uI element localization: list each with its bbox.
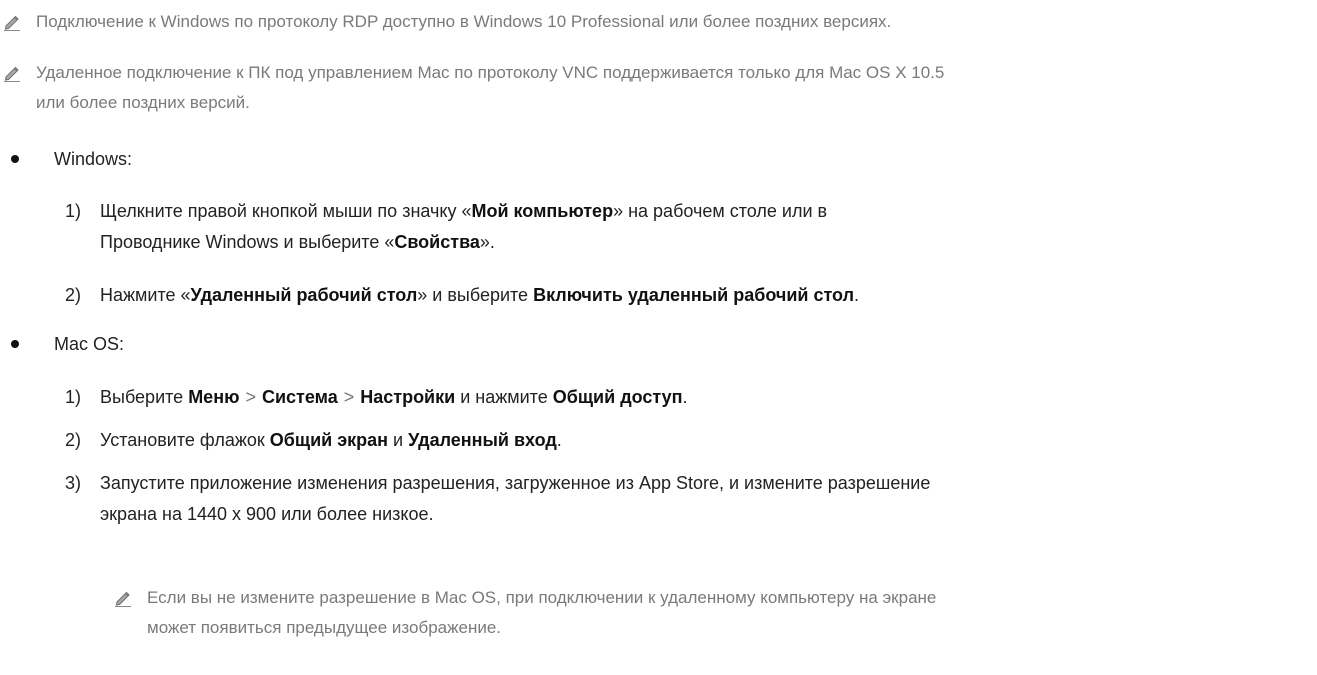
step-number: 2) bbox=[65, 430, 82, 450]
note-text: Подключение к Windows по протоколу RDP д… bbox=[36, 12, 892, 31]
chevron-right-icon: > bbox=[245, 387, 256, 407]
step-text-part: Нажмите « bbox=[100, 285, 191, 305]
step-text: Запустите приложение изменения разрешени… bbox=[100, 468, 930, 530]
pencil-note-icon bbox=[0, 58, 24, 88]
chevron-right-icon: > bbox=[343, 387, 355, 407]
step-text-part: . bbox=[556, 430, 562, 450]
step-bold-term: Свойства bbox=[394, 232, 480, 252]
step-text-part: Выберите bbox=[100, 387, 189, 407]
step-text-part: . bbox=[682, 387, 688, 407]
step-bold-term: Включить удаленный рабочий стол bbox=[533, 285, 855, 305]
step-text: Выберите Меню > Система > Настройки и нажмит… bbox=[100, 382, 688, 413]
step-text: Установите флажок Общий экран и Удаленны… bbox=[100, 425, 562, 456]
step-bold-term: Меню bbox=[188, 387, 240, 407]
note-rdp: Подключение к Windows по протоколу RDP д… bbox=[0, 7, 891, 37]
step-text: Нажмите «Удаленный рабочий стол» и выбер… bbox=[100, 280, 859, 311]
bullet-dot bbox=[11, 340, 19, 348]
pencil-note-icon bbox=[111, 583, 135, 613]
bullet-mac-os: Mac OS: bbox=[0, 329, 124, 359]
step-text-part: » и выберите bbox=[417, 285, 534, 305]
step-text-part: и нажмите bbox=[455, 387, 553, 407]
note-line: может появиться предыдущее изображение. bbox=[147, 618, 502, 637]
step-bold-term: Система bbox=[261, 387, 338, 407]
mac-step-1: 1) Выберите Меню > Система > Настройки и наж… bbox=[65, 382, 688, 413]
windows-step-2: 2) Нажмите «Удаленный рабочий стол» и вы… bbox=[65, 280, 859, 311]
note-line: Удаленное подключение к ПК под управлени… bbox=[36, 63, 945, 82]
bullet-dot bbox=[11, 155, 19, 163]
step-text-part: экрана на 1440 x 900 или более низкое. bbox=[100, 504, 434, 524]
note-text: Удаленное подключение к ПК под управлени… bbox=[24, 58, 944, 118]
step-text-part: » на рабочем столе или в bbox=[613, 201, 828, 221]
note-line: Если вы не измените разрешение в Mac OS,… bbox=[147, 588, 937, 607]
step-text-part: Запустите приложение изменения разрешени… bbox=[100, 473, 931, 493]
step-bold-term: Мой компьютер bbox=[471, 201, 614, 221]
bullet-title: Mac OS: bbox=[54, 334, 125, 354]
note-mac-resolution: Если вы не измените разрешение в Mac OS,… bbox=[111, 583, 936, 643]
step-number: 2) bbox=[65, 285, 82, 305]
mac-step-3: 3) Запустите приложение изменения разреш… bbox=[65, 468, 930, 530]
note-text: Если вы не измените разрешение в Mac OS,… bbox=[135, 583, 936, 643]
step-bold-term: Удаленный рабочий стол bbox=[190, 285, 418, 305]
mac-step-2: 2) Установите флажок Общий экран и Удале… bbox=[65, 425, 562, 456]
step-bold-term: Удаленный вход bbox=[408, 430, 557, 450]
step-bold-term: Настройки bbox=[360, 387, 456, 407]
note-vnc: Удаленное подключение к ПК под управлени… bbox=[0, 58, 944, 118]
bullet-title: Windows: bbox=[54, 149, 133, 169]
note-line: или более поздних версий. bbox=[36, 93, 250, 112]
step-number: 1) bbox=[65, 387, 82, 407]
step-text-part: Установите флажок bbox=[100, 430, 270, 450]
step-text-part: Проводнике Windows и выберите « bbox=[100, 232, 395, 252]
step-text: Щелкните правой кнопкой мыши по значку «… bbox=[100, 196, 827, 258]
step-text-part: ». bbox=[479, 232, 495, 252]
step-text-part: и bbox=[388, 430, 409, 450]
windows-step-1: 1) Щелкните правой кнопкой мыши по значк… bbox=[65, 196, 827, 258]
step-text-part: . bbox=[854, 285, 860, 305]
pencil-note-icon bbox=[0, 7, 24, 37]
step-bold-term: Общий экран bbox=[269, 430, 389, 450]
step-text-part: Щелкните правой кнопкой мыши по значку « bbox=[100, 201, 472, 221]
step-number: 1) bbox=[65, 201, 82, 221]
step-bold-term: Общий доступ bbox=[552, 387, 683, 407]
bullet-windows: Windows: bbox=[0, 144, 132, 174]
step-number: 3) bbox=[65, 473, 82, 493]
